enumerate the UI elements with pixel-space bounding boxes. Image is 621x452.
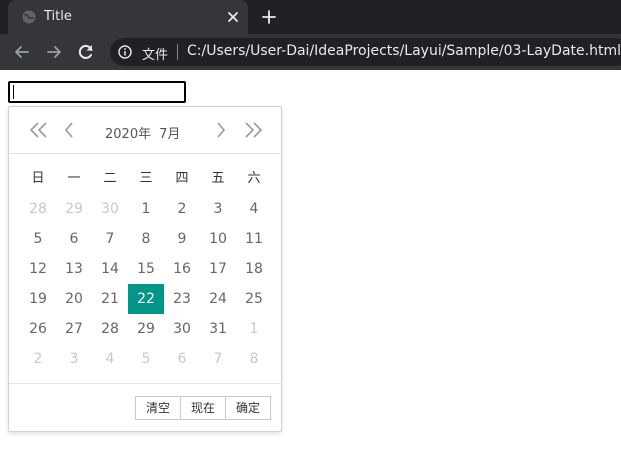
calendar-day[interactable]: 12 bbox=[20, 254, 56, 284]
calendar-day[interactable]: 14 bbox=[92, 254, 128, 284]
plus-icon[interactable] bbox=[260, 8, 278, 26]
calendar-day-selected[interactable]: 22 bbox=[128, 284, 164, 314]
text-caret bbox=[13, 85, 14, 99]
calendar-day[interactable]: 4 bbox=[92, 344, 128, 374]
calendar-week-row: 12 13 14 15 16 17 18 bbox=[20, 254, 272, 284]
year-label[interactable]: 2020年 bbox=[105, 127, 151, 142]
close-icon[interactable] bbox=[224, 8, 242, 26]
browser-tab[interactable]: Title bbox=[8, 0, 248, 34]
calendar-week-row: 2345678 bbox=[20, 344, 272, 374]
year-month-label: 2020年 7月 bbox=[105, 123, 188, 142]
tab-title: Title bbox=[44, 9, 72, 24]
calendar-day[interactable]: 11 bbox=[236, 224, 272, 254]
prev-year-icon[interactable] bbox=[29, 121, 49, 139]
calendar-day[interactable]: 2 bbox=[20, 344, 56, 374]
calendar-day[interactable]: 31 bbox=[200, 314, 236, 344]
calendar-days: 28 29 30 1 2 3 4 5 6 7 8 9 10 11 12 13 14 15 16 17 18 19 20 21 2… bbox=[20, 194, 272, 374]
calendar-day[interactable]: 18 bbox=[236, 254, 272, 284]
calendar-day[interactable]: 30 bbox=[92, 194, 128, 224]
clear-button[interactable]: 清空 bbox=[134, 396, 181, 420]
calendar-day[interactable]: 28 bbox=[92, 314, 128, 344]
calendar-day[interactable]: 19 bbox=[20, 284, 56, 314]
date-input[interactable] bbox=[8, 81, 186, 103]
calendar-day[interactable]: 3 bbox=[56, 344, 92, 374]
arrow-left-icon[interactable] bbox=[12, 42, 32, 62]
weekday-label: 二 bbox=[103, 171, 117, 186]
next-month-icon[interactable] bbox=[215, 121, 227, 139]
calendar-day[interactable]: 2 bbox=[164, 194, 200, 224]
weekday-label: 五 bbox=[211, 171, 225, 186]
calendar-day[interactable]: 26 bbox=[20, 314, 56, 344]
calendar-week-row: 26 27 28 29 30 31 1 bbox=[20, 314, 272, 344]
calendar-day[interactable]: 25 bbox=[236, 284, 272, 314]
weekday-label: 六 bbox=[247, 171, 261, 186]
weekday-label: 日 bbox=[31, 171, 45, 186]
calendar-week-row: 28 29 30 1 2 3 4 bbox=[20, 194, 272, 224]
calendar-day[interactable]: 6 bbox=[164, 344, 200, 374]
prev-month-icon[interactable] bbox=[63, 121, 75, 139]
calendar-week-row: 5 6 7 8 9 10 11 bbox=[20, 224, 272, 254]
calendar-day[interactable]: 8 bbox=[236, 344, 272, 374]
calendar-day[interactable]: 1 bbox=[236, 314, 272, 344]
calendar-day[interactable]: 17 bbox=[200, 254, 236, 284]
calendar-day[interactable]: 5 bbox=[128, 344, 164, 374]
info-icon[interactable] bbox=[118, 45, 132, 59]
calendar-day[interactable]: 6 bbox=[56, 224, 92, 254]
arrow-right-icon[interactable] bbox=[44, 42, 64, 62]
next-year-icon[interactable] bbox=[243, 121, 263, 139]
laydate-footer: 清空 现在 确定 bbox=[9, 383, 281, 432]
now-button[interactable]: 现在 bbox=[179, 396, 226, 420]
calendar-day[interactable]: 5 bbox=[20, 224, 56, 254]
calendar-day[interactable]: 13 bbox=[56, 254, 92, 284]
calendar-day[interactable]: 10 bbox=[200, 224, 236, 254]
calendar-day[interactable]: 24 bbox=[200, 284, 236, 314]
scheme-label: 文件 bbox=[142, 48, 169, 63]
calendar-day[interactable]: 28 bbox=[20, 194, 56, 224]
omnibox-divider bbox=[177, 44, 178, 60]
calendar-day[interactable]: 4 bbox=[236, 194, 272, 224]
calendar-day[interactable]: 29 bbox=[128, 314, 164, 344]
browser-toolbar: 文件 C:/Users/User-Dai/IdeaProjects/Layui/… bbox=[0, 34, 621, 70]
reload-icon[interactable] bbox=[76, 42, 96, 62]
calendar-grid: 日 一 二 三 四 五 六 28 29 30 1 2 3 4 5 6 7 8 9 10 11 12 13 14 1… bbox=[20, 164, 272, 374]
weekday-header: 日 一 二 三 四 五 六 bbox=[20, 164, 272, 194]
confirm-button[interactable]: 确定 bbox=[224, 396, 271, 420]
url-text[interactable]: C:/Users/User-Dai/IdeaProjects/Layui/Sam… bbox=[187, 43, 621, 59]
laydate-picker: 2020年 7月 日 一 二 三 四 五 六 28 29 30 1 2 3 4 5 6 7 8 9 10 1… bbox=[8, 106, 282, 432]
address-bar[interactable]: 文件 C:/Users/User-Dai/IdeaProjects/Layui/… bbox=[110, 38, 621, 66]
calendar-day[interactable]: 15 bbox=[128, 254, 164, 284]
calendar-week-row: 19 20 21 22 23 24 25 bbox=[20, 284, 272, 314]
calendar-day[interactable]: 23 bbox=[164, 284, 200, 314]
calendar-day[interactable]: 30 bbox=[164, 314, 200, 344]
calendar-day[interactable]: 1 bbox=[128, 194, 164, 224]
calendar-day[interactable]: 7 bbox=[92, 224, 128, 254]
calendar-day[interactable]: 16 bbox=[164, 254, 200, 284]
calendar-day[interactable]: 27 bbox=[56, 314, 92, 344]
weekday-label: 三 bbox=[139, 171, 153, 186]
laydate-header: 2020年 7月 bbox=[9, 107, 281, 154]
weekday-label: 四 bbox=[175, 171, 189, 186]
weekday-label: 一 bbox=[67, 171, 81, 186]
calendar-day[interactable]: 21 bbox=[92, 284, 128, 314]
calendar-day[interactable]: 3 bbox=[200, 194, 236, 224]
calendar-day[interactable]: 9 bbox=[164, 224, 200, 254]
calendar-day[interactable]: 29 bbox=[56, 194, 92, 224]
calendar-day[interactable]: 8 bbox=[128, 224, 164, 254]
browser-tabstrip: Title bbox=[0, 0, 621, 34]
month-label[interactable]: 7月 bbox=[159, 127, 180, 142]
footer-buttons: 清空 现在 确定 bbox=[134, 396, 271, 420]
calendar-day[interactable]: 7 bbox=[200, 344, 236, 374]
globe-icon bbox=[22, 10, 36, 24]
calendar-day[interactable]: 20 bbox=[56, 284, 92, 314]
